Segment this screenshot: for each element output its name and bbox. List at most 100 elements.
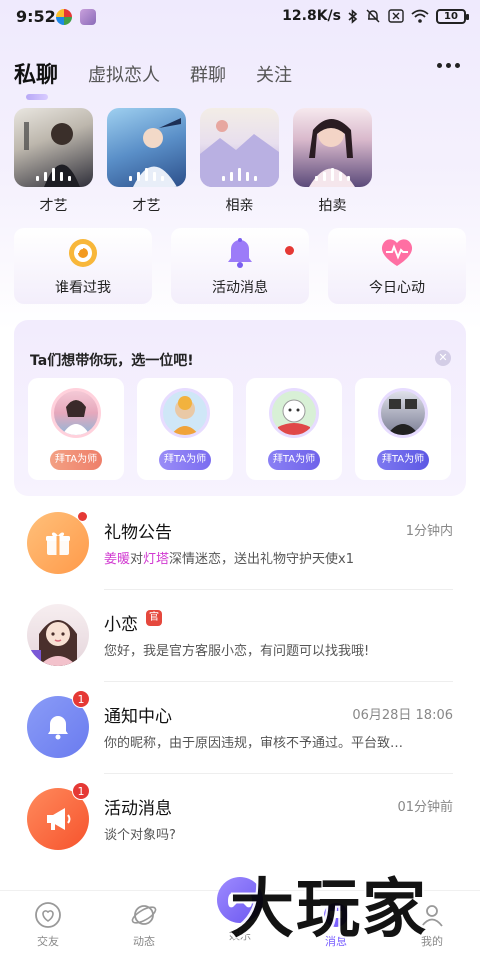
avatar bbox=[378, 388, 428, 438]
audio-wave-icon bbox=[14, 168, 93, 181]
message-title: 小恋 bbox=[104, 615, 138, 635]
mentor-card[interactable]: 拜TA为师 bbox=[137, 378, 233, 480]
app-notification-icon bbox=[56, 9, 72, 25]
unread-count-badge: 1 bbox=[72, 782, 90, 800]
feature-label: 谁看过我 bbox=[55, 280, 111, 296]
live-room-row: 才艺 才艺 相亲 拍卖 bbox=[14, 108, 372, 215]
unread-dot bbox=[78, 512, 87, 521]
message-preview: 您好，我是官方客服小恋，有问题可以找我哦! bbox=[104, 644, 370, 659]
live-room-label: 拍卖 bbox=[318, 198, 347, 214]
nav-label: 消息 bbox=[325, 935, 347, 948]
chat-tabs: 私聊 虚拟恋人 群聊 关注 bbox=[14, 50, 322, 100]
status-time: 9:52 bbox=[16, 7, 56, 26]
nav-item-profile[interactable]: 我的 bbox=[384, 891, 480, 960]
audio-wave-icon bbox=[293, 168, 372, 181]
live-room-thumbnail bbox=[107, 108, 186, 187]
feature-label: 活动消息 bbox=[212, 280, 268, 296]
official-badge: 官 bbox=[146, 610, 162, 626]
live-room-card[interactable]: 才艺 bbox=[107, 108, 186, 215]
message-time: 06月28日 18:06 bbox=[352, 708, 453, 723]
sim-x-icon bbox=[388, 9, 404, 23]
unread-count-badge: 1 bbox=[72, 690, 90, 708]
today-crush-button[interactable]: 今日心动 bbox=[328, 228, 466, 304]
message-preview: 姜暖对灯塔深情迷恋，送出礼物守护天使x1 bbox=[104, 552, 355, 567]
live-room-card[interactable]: 相亲 bbox=[200, 108, 279, 215]
list-item[interactable]: 1 通知中心 06月28日 18:06 你的昵称，由于原因违规，审核不予通过。平… bbox=[0, 682, 480, 774]
avatar bbox=[51, 388, 101, 438]
live-room-label: 才艺 bbox=[39, 198, 68, 214]
mentor-suggestion-panel: Ta们想带你玩，选一位吧! ✕ 拜TA为师 拜TA为师 拜TA为师 拜TA为师 bbox=[14, 320, 466, 496]
audio-wave-icon bbox=[200, 168, 279, 181]
avatar bbox=[160, 388, 210, 438]
mentor-card[interactable]: 拜TA为师 bbox=[28, 378, 124, 480]
tab-follow[interactable]: 关注 bbox=[256, 62, 292, 90]
avatar bbox=[269, 388, 319, 438]
apprentice-button[interactable]: 拜TA为师 bbox=[50, 450, 102, 470]
net-speed: 12.8K/s bbox=[282, 8, 341, 24]
message-preview: 谈个对象吗? bbox=[104, 828, 176, 843]
message-preview: 你的昵称，由于原因违规，审核不予通过。平台致… bbox=[104, 736, 404, 751]
live-room-thumbnail bbox=[200, 108, 279, 187]
nav-label: 动态 bbox=[133, 935, 155, 948]
gift-icon bbox=[27, 512, 89, 574]
nav-item-moments[interactable]: 动态 bbox=[96, 891, 192, 960]
heart-pulse-icon bbox=[380, 236, 414, 270]
nav-label: 交友 bbox=[37, 935, 59, 948]
message-time: 1分钟内 bbox=[405, 524, 453, 539]
apprentice-button[interactable]: 拜TA为师 bbox=[377, 450, 429, 470]
nav-label: 我的 bbox=[421, 935, 443, 948]
mentor-card[interactable]: 拜TA为师 bbox=[246, 378, 342, 480]
live-room-label: 相亲 bbox=[225, 198, 254, 214]
live-room-thumbnail bbox=[293, 108, 372, 187]
list-item[interactable]: 1 活动消息 01分钟前 谈个对象吗? bbox=[0, 774, 480, 866]
profile-icon bbox=[418, 901, 446, 929]
tab-group-chat[interactable]: 群聊 bbox=[190, 62, 226, 90]
mute-icon bbox=[365, 8, 381, 24]
mentor-card[interactable]: 拜TA为师 bbox=[355, 378, 451, 480]
close-icon[interactable]: ✕ bbox=[435, 350, 451, 366]
message-title: 礼物公告 bbox=[104, 523, 172, 543]
unread-dot bbox=[285, 246, 294, 255]
tab-private-chat[interactable]: 私聊 bbox=[14, 62, 58, 100]
message-title: 通知中心 bbox=[104, 707, 172, 727]
receiver-name[interactable]: 灯塔 bbox=[143, 552, 169, 567]
bell-icon bbox=[223, 236, 257, 270]
live-room-card[interactable]: 拍卖 bbox=[293, 108, 372, 215]
message-icon bbox=[322, 901, 350, 929]
heart-circle-icon bbox=[34, 901, 62, 929]
mentor-card-row: 拜TA为师 拜TA为师 拜TA为师 拜TA为师 bbox=[28, 378, 451, 480]
list-item[interactable]: 小恋 官 您好，我是官方客服小恋，有问题可以找我哦! bbox=[0, 590, 480, 682]
live-room-card[interactable]: 才艺 bbox=[14, 108, 93, 215]
feature-row: 谁看过我 活动消息 今日心动 bbox=[14, 228, 466, 304]
message-title: 活动消息 bbox=[104, 799, 172, 819]
list-item[interactable]: 礼物公告 1分钟内 姜暖对灯塔深情迷恋，送出礼物守护天使x1 bbox=[0, 498, 480, 590]
sender-name[interactable]: 姜暖 bbox=[104, 552, 130, 567]
message-list: 礼物公告 1分钟内 姜暖对灯塔深情迷恋，送出礼物守护天使x1 小恋 官 您好，我… bbox=[0, 498, 480, 866]
app-notification-icon bbox=[80, 9, 96, 25]
bluetooth-icon bbox=[348, 8, 358, 24]
apprentice-button[interactable]: 拜TA为师 bbox=[268, 450, 320, 470]
battery-icon: 10 bbox=[436, 8, 469, 24]
status-bar: 9:52 12.8K/s 10 bbox=[0, 0, 480, 34]
avatar bbox=[27, 604, 89, 666]
live-room-thumbnail bbox=[14, 108, 93, 187]
audio-wave-icon bbox=[107, 168, 186, 181]
nav-item-friends[interactable]: 交友 bbox=[0, 891, 96, 960]
eye-icon bbox=[66, 236, 100, 270]
apprentice-button[interactable]: 拜TA为师 bbox=[159, 450, 211, 470]
nav-item-messages[interactable]: 消息 bbox=[288, 891, 384, 960]
planet-icon bbox=[130, 901, 158, 929]
who-viewed-me-button[interactable]: 谁看过我 bbox=[14, 228, 152, 304]
game-icon bbox=[217, 877, 263, 923]
message-time: 01分钟前 bbox=[397, 800, 453, 815]
bottom-nav: 交友 动态 娱乐 消息 我的 bbox=[0, 877, 480, 960]
mentor-title: Ta们想带你玩，选一位吧! bbox=[30, 353, 194, 369]
nav-item-entertainment[interactable]: 娱乐 bbox=[192, 877, 288, 960]
nav-label: 娱乐 bbox=[229, 929, 251, 942]
status-right: 12.8K/s 10 bbox=[282, 8, 469, 24]
tab-virtual-lover[interactable]: 虚拟恋人 bbox=[88, 62, 160, 90]
more-menu-button[interactable] bbox=[437, 63, 460, 68]
activity-message-button[interactable]: 活动消息 bbox=[171, 228, 309, 304]
live-room-label: 才艺 bbox=[132, 198, 161, 214]
wifi-icon bbox=[411, 9, 429, 23]
